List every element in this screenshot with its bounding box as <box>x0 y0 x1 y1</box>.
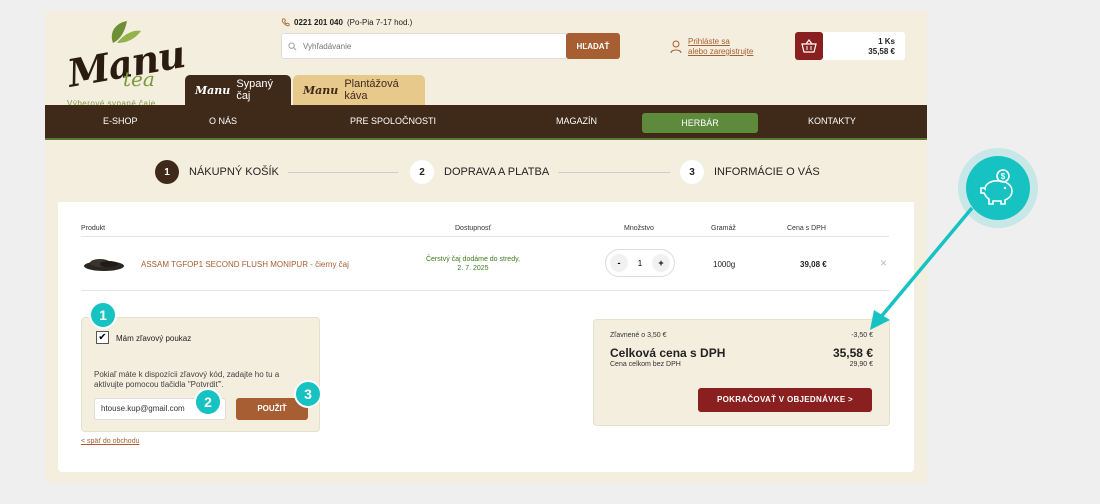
annotation-badge-1: 1 <box>89 301 117 329</box>
piggy-bank-badge: $ <box>958 148 1038 228</box>
stage: Manu tea Výberové sypané čaje 0221 201 0… <box>0 0 1100 504</box>
svg-text:$: $ <box>1001 172 1006 181</box>
annotation-badge-2: 2 <box>194 388 222 416</box>
piggy-bank-icon: $ <box>980 169 1013 205</box>
annotation-badge-3: 3 <box>294 380 322 408</box>
annotation-arrow <box>870 206 974 330</box>
